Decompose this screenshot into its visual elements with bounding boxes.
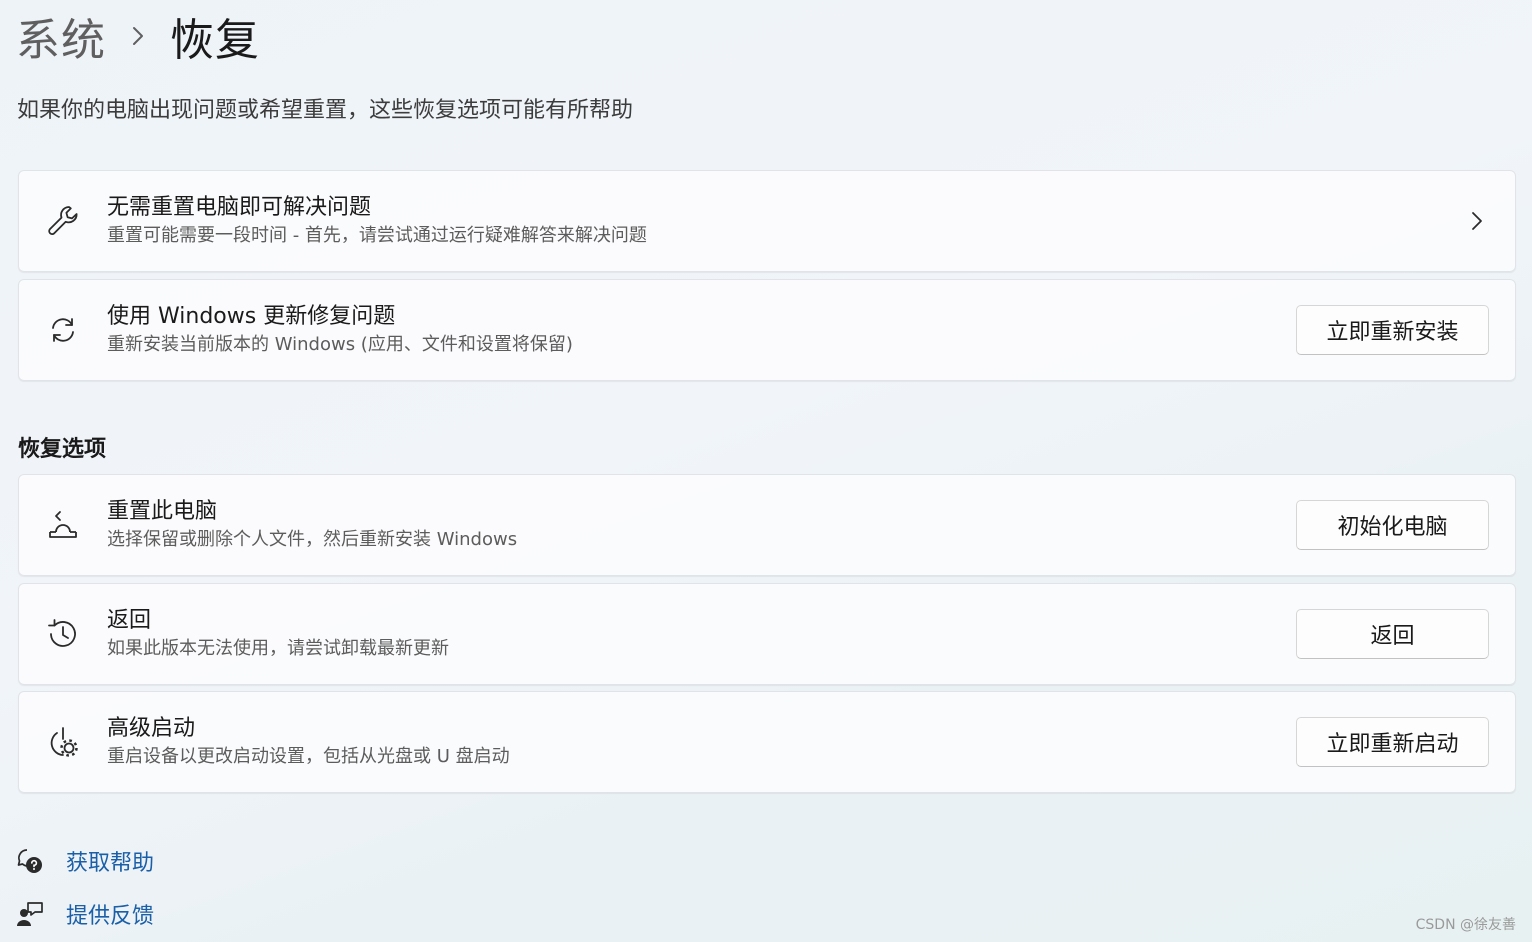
restart-now-button[interactable]: 立即重新启动	[1296, 717, 1489, 767]
give-feedback-label[interactable]: 提供反馈	[66, 898, 154, 930]
troubleshoot-card[interactable]: 无需重置电脑即可解决问题 重置可能需要一段时间 - 首先，请尝试通过运行疑难解答…	[18, 170, 1516, 272]
advanced-startup-card: 高级启动 重启设备以更改启动设置，包括从光盘或 U 盘启动 立即重新启动	[18, 691, 1516, 793]
chevron-right-icon[interactable]	[1465, 209, 1489, 233]
troubleshoot-description: 重置可能需要一段时间 - 首先，请尝试通过运行疑难解答来解决问题	[107, 225, 647, 246]
chevron-right-icon	[116, 14, 160, 58]
get-help-label[interactable]: 获取帮助	[66, 845, 154, 877]
sync-icon	[19, 280, 107, 380]
troubleshoot-title: 无需重置电脑即可解决问题	[107, 195, 372, 220]
page-subtitle: 如果你的电脑出现问题或希望重置，这些恢复选项可能有所帮助	[17, 98, 634, 123]
go-back-card: 返回 如果此版本无法使用，请尝试卸载最新更新 返回	[18, 583, 1516, 685]
page-title: 恢复	[170, 15, 260, 66]
breadcrumb-parent-system[interactable]: 系统	[16, 4, 106, 68]
wrench-icon	[19, 171, 107, 271]
give-feedback-link[interactable]: 提供反馈	[16, 896, 154, 932]
get-help-link[interactable]: 获取帮助	[16, 843, 154, 879]
windows-update-fix-card: 使用 Windows 更新修复问题 重新安装当前版本的 Windows (应用、…	[18, 279, 1516, 381]
reset-pc-icon	[19, 475, 107, 575]
breadcrumb: 系统 恢复	[16, 6, 260, 66]
recovery-options-heading: 恢复选项	[18, 437, 107, 462]
history-icon	[19, 584, 107, 684]
watermark: CSDN @徐友善	[1415, 917, 1516, 933]
feedback-icon	[16, 900, 44, 928]
go-back-button[interactable]: 返回	[1296, 609, 1489, 659]
advanced-startup-icon	[19, 692, 107, 792]
reset-pc-button[interactable]: 初始化电脑	[1296, 500, 1489, 550]
help-chat-icon	[16, 847, 44, 875]
reset-pc-card: 重置此电脑 选择保留或删除个人文件，然后重新安装 Windows 初始化电脑	[18, 474, 1516, 576]
reinstall-now-button[interactable]: 立即重新安装	[1296, 305, 1489, 355]
